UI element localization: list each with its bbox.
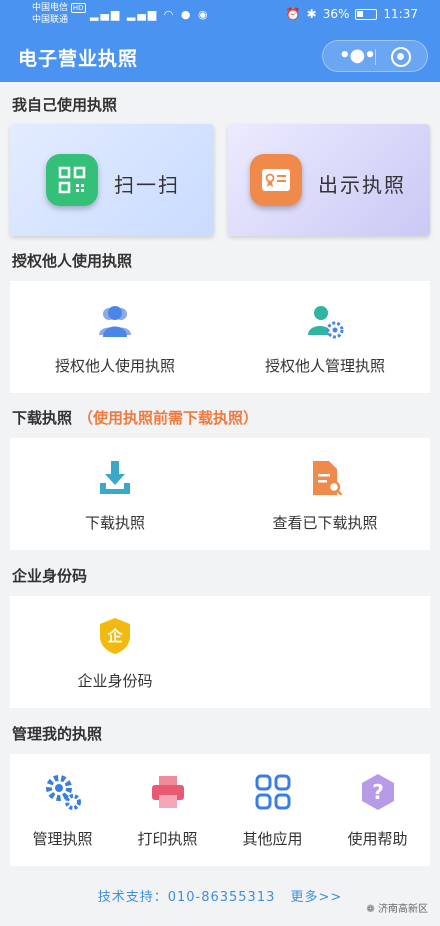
download-note: （使用执照前需下载执照） bbox=[78, 409, 259, 427]
printer-icon bbox=[151, 776, 184, 808]
status-bar: 中国电信 HD 中国联通 ▂▄▆ ▂▄▆ ◠ ● ◉ ⏰ ✱ 36% 11:37 bbox=[0, 0, 440, 32]
authorize-manage-label: 授权他人管理执照 bbox=[264, 357, 385, 375]
page-title: 电子营业执照 bbox=[18, 48, 139, 70]
mini-program-capsule: •●• bbox=[322, 40, 428, 72]
wechat-icon: ❁ bbox=[366, 904, 375, 915]
manage-panel: 管理执照 打印执照 其他应用 ? 使用帮助 bbox=[10, 754, 430, 866]
close-program-icon[interactable] bbox=[391, 47, 411, 67]
section-title-authorize: 授权他人使用执照 bbox=[12, 252, 133, 270]
download-label: 下载执照 bbox=[84, 514, 145, 532]
signal-icon: ▂▄▆ bbox=[90, 8, 122, 21]
authorize-use-label: 授权他人使用执照 bbox=[54, 357, 175, 375]
view-downloaded-item[interactable]: 查看已下载执照 bbox=[220, 438, 430, 550]
wifi-icon: ◠ bbox=[163, 8, 176, 21]
signal-icons: ▂▄▆ ▂▄▆ ◠ ● ◉ bbox=[90, 8, 210, 21]
carrier-2: 中国联通 bbox=[32, 15, 69, 25]
battery-icon bbox=[355, 8, 378, 20]
authorize-manage-item[interactable]: 授权他人管理执照 bbox=[220, 281, 430, 393]
status-right: ⏰ ✱ 36% 11:37 bbox=[286, 7, 418, 21]
alarm-icon: ⏰ bbox=[285, 7, 301, 21]
enterprise-id-item[interactable]: 企 企业身份码 bbox=[10, 596, 220, 708]
signal-icon: ▂▄▆ bbox=[126, 8, 159, 21]
shield-icon: 企 bbox=[95, 616, 135, 656]
authorize-use-item[interactable]: 授权他人使用执照 bbox=[10, 281, 220, 393]
capsule-divider bbox=[375, 49, 376, 65]
download-icon bbox=[100, 461, 130, 494]
apps-grid-icon bbox=[255, 774, 290, 810]
hd-badge: HD bbox=[70, 3, 86, 13]
print-license-item[interactable]: 打印执照 bbox=[115, 754, 220, 866]
chat-icon: ● bbox=[180, 8, 193, 21]
document-search-icon bbox=[313, 461, 343, 496]
qr-scan-icon bbox=[46, 154, 98, 206]
license-card-icon bbox=[250, 154, 302, 206]
clock: 11:37 bbox=[383, 7, 418, 21]
other-apps-item[interactable]: 其他应用 bbox=[220, 754, 325, 866]
download-panel: 下载执照 查看已下载执照 bbox=[10, 438, 430, 550]
watermark: ❁ 济南高新区 bbox=[366, 900, 428, 915]
carrier-info: 中国电信 HD 中国联通 bbox=[32, 2, 86, 26]
print-license-label: 打印执照 bbox=[137, 830, 198, 848]
section-title-id: 企业身份码 bbox=[12, 567, 88, 585]
svg-text:?: ? bbox=[372, 780, 384, 804]
notification-icon: ◉ bbox=[198, 8, 210, 21]
gears-icon bbox=[45, 775, 81, 810]
section-title-download: 下载执照 （使用执照前需下载执照） bbox=[12, 407, 258, 428]
shield-char: 企 bbox=[107, 627, 123, 645]
watermark-text: 济南高新区 bbox=[378, 904, 428, 915]
people-icon bbox=[99, 306, 131, 337]
bluetooth-icon: ✱ bbox=[306, 7, 317, 21]
help-item[interactable]: ? 使用帮助 bbox=[325, 754, 430, 866]
support-text: 技术支持：010-86355313 bbox=[97, 890, 276, 905]
scan-card[interactable]: 扫一扫 bbox=[10, 124, 214, 236]
manage-license-item[interactable]: 管理执照 bbox=[10, 754, 115, 866]
download-item[interactable]: 下载执照 bbox=[10, 438, 220, 550]
id-panel: 企 企业身份码 bbox=[10, 596, 430, 708]
show-license-label: 出示执照 bbox=[318, 173, 406, 197]
top-bar: 中国电信 HD 中国联通 ▂▄▆ ▂▄▆ ◠ ● ◉ ⏰ ✱ 36% 11:37… bbox=[0, 0, 440, 82]
enterprise-id-label: 企业身份码 bbox=[77, 672, 153, 690]
more-link[interactable]: 更多>> bbox=[291, 890, 343, 905]
help-icon: ? bbox=[361, 774, 394, 810]
more-menu-icon[interactable]: •●• bbox=[339, 45, 376, 66]
view-downloaded-label: 查看已下载执照 bbox=[272, 514, 378, 532]
show-license-card[interactable]: 出示执照 bbox=[228, 124, 430, 236]
manage-license-label: 管理执照 bbox=[32, 830, 93, 848]
battery-percent: 36% bbox=[322, 7, 350, 21]
help-label: 使用帮助 bbox=[347, 830, 408, 848]
other-apps-label: 其他应用 bbox=[242, 830, 303, 848]
user-gear-icon bbox=[308, 306, 344, 339]
authorize-panel: 授权他人使用执照 授权他人管理执照 bbox=[10, 281, 430, 393]
scan-label: 扫一扫 bbox=[114, 173, 180, 197]
carrier-1: 中国电信 bbox=[32, 3, 69, 13]
download-title: 下载执照 bbox=[12, 409, 73, 427]
section-title-self: 我自己使用执照 bbox=[12, 96, 118, 114]
section-title-manage: 管理我的执照 bbox=[12, 725, 103, 743]
